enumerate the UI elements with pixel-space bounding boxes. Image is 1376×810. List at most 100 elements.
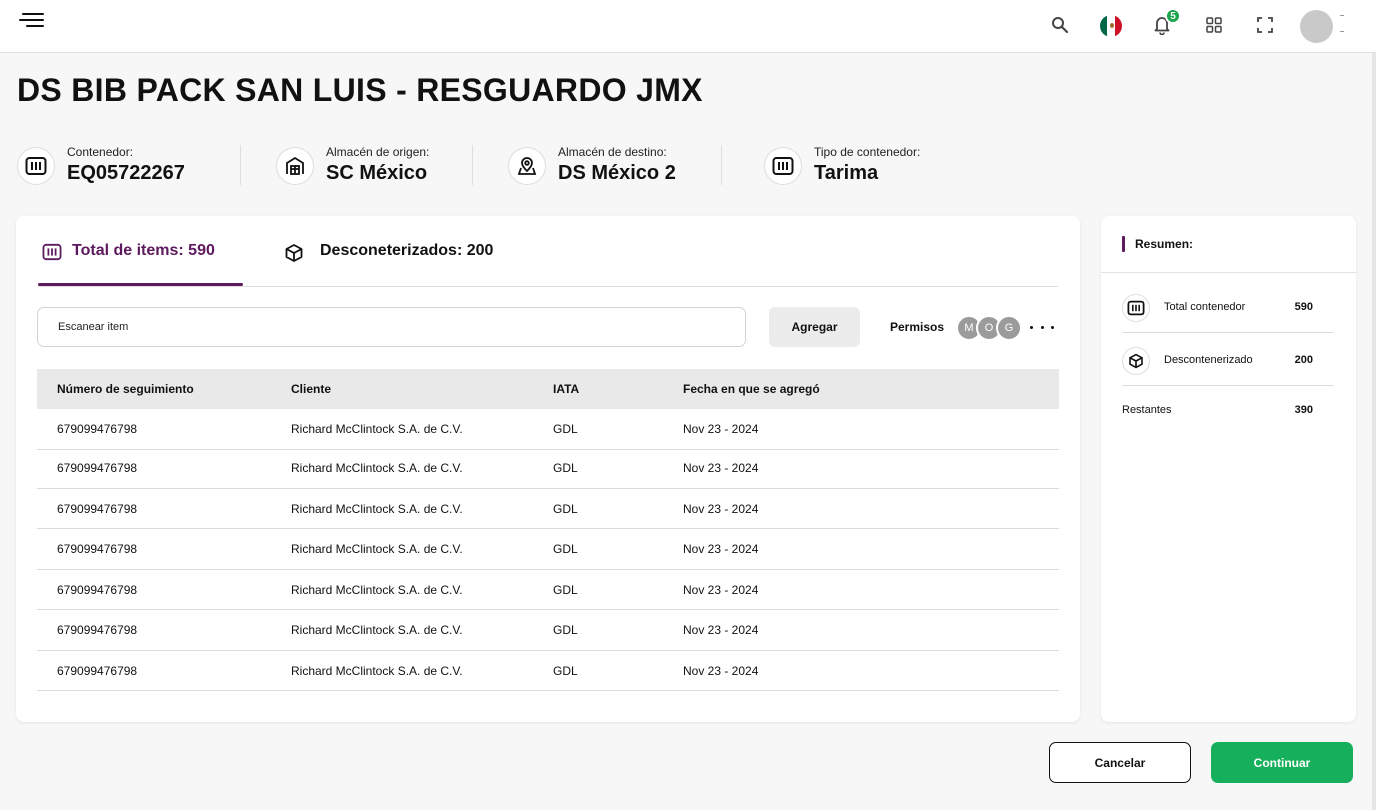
divider (240, 145, 241, 185)
scan-item-input[interactable]: Escanear item (37, 307, 746, 347)
map-pin-icon (508, 147, 546, 185)
summary-label: Descontenerizado (1164, 354, 1253, 366)
info-container-type: Tipo de contenedor: Tarima (764, 143, 920, 189)
client: Richard McClintock S.A. de C.V. (291, 663, 463, 678)
table-row[interactable]: 679099476798 Richard McClintock S.A. de … (37, 610, 1059, 651)
divider (1101, 272, 1356, 273)
client: Richard McClintock S.A. de C.V. (291, 582, 463, 597)
info-label-origin: Almacén de origen: (326, 145, 430, 159)
info-destination: Almacén de destino: DS México 2 (508, 143, 676, 189)
fullscreen-icon[interactable] (1254, 14, 1276, 36)
summary-accent-bar (1122, 236, 1125, 252)
iata: GDL (553, 542, 578, 556)
summary-panel: Resumen: Total contenedor 590 Descontene… (1101, 216, 1356, 722)
summary-label: Total contenedor (1164, 301, 1246, 313)
summary-row-deconsolidated: Descontenerizado 200 (1122, 334, 1334, 386)
info-label-container-type: Tipo de contenedor: (814, 145, 921, 159)
tracking-number: 679099476798 (57, 582, 138, 597)
tracking-number: 679099476798 (57, 501, 138, 516)
tracking-number: 679099476798 (57, 663, 138, 678)
search-icon[interactable] (1049, 14, 1071, 36)
container-icon (764, 147, 802, 185)
iata: GDL (553, 422, 578, 436)
column-header[interactable]: IATA (553, 369, 579, 409)
info-origin: Almacén de origen: SC México (276, 143, 429, 189)
column-header[interactable]: Número de seguimiento (57, 369, 194, 409)
iata: GDL (553, 582, 578, 597)
column-header[interactable]: Cliente (291, 369, 331, 409)
permissions-label: Permisos (890, 320, 945, 334)
table-header: Número de seguimiento Cliente IATA Fecha… (37, 369, 1059, 409)
client: Richard McClintock S.A. de C.V. (291, 501, 463, 516)
summary-row-remaining: Restantes 390 (1122, 384, 1334, 436)
info-container: Contenedor: EQ05722267 (17, 143, 185, 189)
date-added: Nov 23 - 2024 (683, 542, 759, 556)
client: Richard McClintock S.A. de C.V. (291, 422, 463, 436)
summary-title: Resumen: (1135, 237, 1194, 251)
info-value-container-type: Tarima (814, 162, 879, 184)
tracking-number: 679099476798 (57, 461, 138, 475)
top-bar: 5 (0, 0, 1376, 53)
warehouse-icon (276, 147, 314, 185)
tab-total-items[interactable]: Total de items: 590 (38, 242, 243, 286)
table-row[interactable]: 679099476798 Richard McClintock S.A. de … (37, 570, 1059, 610)
scrollbar[interactable] (1372, 53, 1376, 810)
summary-value: 390 (1294, 404, 1313, 416)
iata: GDL (553, 501, 578, 516)
date-added: Nov 23 - 2024 (683, 501, 759, 516)
info-label-destination: Almacén de destino: (558, 145, 667, 159)
summary-value: 200 (1294, 354, 1313, 366)
client: Richard McClintock S.A. de C.V. (291, 461, 463, 475)
cancel-button[interactable]: Cancelar (1049, 742, 1191, 783)
permission-avatar[interactable]: G (996, 315, 1022, 341)
notification-badge: 5 (1165, 8, 1181, 24)
info-value-destination: DS México 2 (558, 162, 676, 184)
iata: GDL (553, 623, 578, 637)
box-icon (1122, 347, 1150, 375)
info-value-container: EQ05722267 (67, 162, 185, 184)
info-label-container: Contenedor: (67, 145, 134, 159)
table-row[interactable]: 679099476798 Richard McClintock S.A. de … (37, 409, 1059, 450)
box-icon (285, 244, 303, 262)
container-icon (17, 147, 55, 185)
date-added: Nov 23 - 2024 (683, 582, 759, 597)
page-title: DS BIB PACK SAN LUIS - RESGUARDO JMX (17, 72, 703, 108)
summary-row-total: Total contenedor 590 (1122, 281, 1334, 333)
client: Richard McClintock S.A. de C.V. (291, 542, 463, 556)
tracking-number: 679099476798 (57, 542, 138, 556)
divider (721, 145, 722, 185)
continue-button[interactable]: Continuar (1211, 742, 1353, 783)
client: Richard McClintock S.A. de C.V. (291, 623, 463, 637)
table-row[interactable]: 679099476798 Richard McClintock S.A. de … (37, 529, 1059, 570)
divider (472, 145, 473, 185)
items-card: Total de items: 590 Desconeterizados: 20… (16, 216, 1080, 722)
container-icon (1122, 294, 1150, 322)
iata: GDL (553, 461, 578, 475)
summary-label: Restantes (1122, 404, 1172, 416)
container-icon (42, 243, 62, 261)
summary-value: 590 (1294, 301, 1313, 313)
table-row[interactable]: 679099476798 Richard McClintock S.A. de … (37, 489, 1059, 529)
user-avatar[interactable] (1300, 10, 1333, 43)
tab-label: Desconeterizados: 200 (320, 242, 494, 259)
user-menu-caret-icon[interactable] (1340, 14, 1344, 34)
more-options-icon[interactable] (1030, 319, 1054, 335)
table-row[interactable]: 679099476798 Richard McClintock S.A. de … (37, 448, 1059, 489)
tracking-number: 679099476798 (57, 623, 138, 637)
tab-deconsolidated[interactable]: Desconeterizados: 200 (284, 242, 493, 286)
tabs-divider (38, 286, 1058, 287)
apps-grid-icon[interactable] (1203, 14, 1225, 36)
date-added: Nov 23 - 2024 (683, 422, 759, 436)
date-added: Nov 23 - 2024 (683, 663, 759, 678)
date-added: Nov 23 - 2024 (683, 623, 759, 637)
tracking-number: 679099476798 (57, 422, 138, 436)
column-header[interactable]: Fecha en que se agregó (683, 369, 820, 409)
add-button[interactable]: Agregar (769, 307, 860, 347)
iata: GDL (553, 663, 578, 678)
mexico-flag-icon[interactable] (1100, 15, 1122, 37)
tab-label: Total de items: 590 (72, 242, 215, 259)
info-value-origin: SC México (326, 162, 428, 184)
date-added: Nov 23 - 2024 (683, 461, 759, 475)
menu-icon[interactable] (16, 12, 44, 32)
table-row[interactable]: 679099476798 Richard McClintock S.A. de … (37, 651, 1059, 691)
